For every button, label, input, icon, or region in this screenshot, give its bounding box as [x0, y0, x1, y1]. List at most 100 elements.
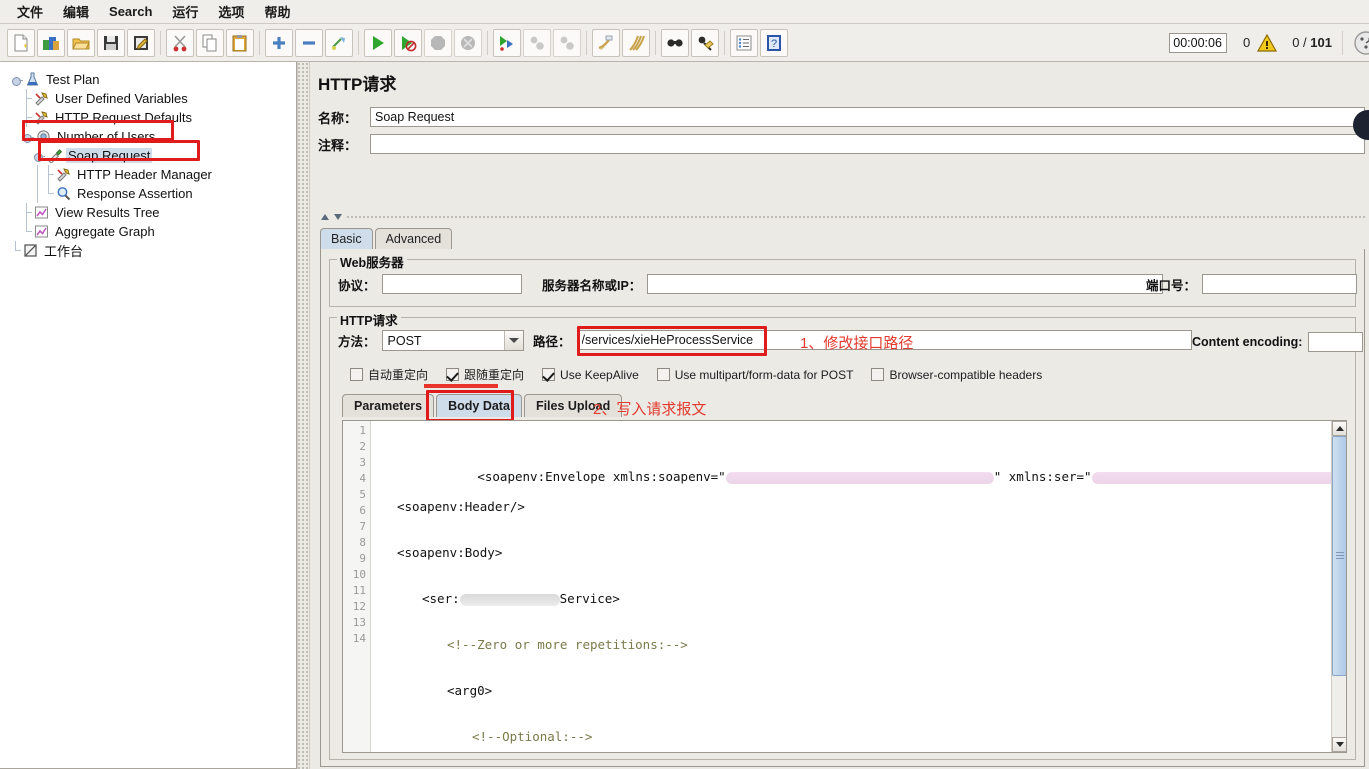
subtab-parameters[interactable]: Parameters: [342, 394, 435, 417]
scroll-up-button[interactable]: [1332, 421, 1346, 436]
checkbox-box[interactable]: [350, 368, 363, 381]
tree-node-http-header-manager[interactable]: HTTP Header Manager: [6, 165, 296, 184]
name-label: 名称：: [318, 110, 358, 126]
tree-node-response-assertion[interactable]: Response Assertion: [6, 184, 296, 203]
checkbox-box[interactable]: [446, 368, 460, 381]
content-encoding-input[interactable]: [1308, 332, 1364, 352]
tree-guide: [21, 203, 32, 222]
editor-vertical-scrollbar[interactable]: [1331, 421, 1346, 752]
tree-node-http-request-defaults[interactable]: HTTP Request Defaults: [6, 108, 296, 127]
menu-search[interactable]: Search: [100, 2, 161, 21]
checkbox-follow-redirect[interactable]: 跟随重定向: [446, 366, 524, 383]
templates-icon[interactable]: [37, 28, 65, 57]
method-select[interactable]: POST: [381, 330, 524, 351]
open-icon[interactable]: [67, 28, 95, 57]
tab-advanced[interactable]: Advanced: [374, 228, 453, 249]
scroll-down-button[interactable]: [1332, 737, 1346, 752]
port-input[interactable]: [1202, 274, 1358, 294]
tree-node-view-results-tree[interactable]: View Results Tree: [6, 203, 296, 222]
warning-icon[interactable]: [1256, 33, 1278, 53]
clear-all-icon[interactable]: [622, 28, 650, 57]
clock-gauge-icon[interactable]: [1353, 30, 1369, 56]
tree-label: Response Assertion: [77, 186, 193, 201]
line-number: 1: [359, 424, 366, 437]
new-icon[interactable]: [7, 28, 35, 57]
assertion-icon: [54, 185, 72, 202]
checkbox-browser-compatible-headers[interactable]: Browser-compatible headers: [871, 368, 1042, 382]
function-helper-icon[interactable]: [730, 28, 758, 57]
checkbox-use-keepalive[interactable]: Use KeepAlive: [542, 368, 639, 382]
checkbox-box[interactable]: [871, 368, 885, 381]
protocol-input[interactable]: [381, 274, 522, 294]
request-data-tabstrip: Parameters Body Data Files Upload: [342, 394, 624, 417]
copy-icon[interactable]: [196, 28, 224, 57]
tree-node-number-of-users[interactable]: Number of Users: [6, 127, 296, 146]
split-divider[interactable]: [297, 62, 310, 769]
stop-icon[interactable]: [424, 28, 452, 57]
scrollbar-thumb[interactable]: [1332, 436, 1346, 676]
comment-input[interactable]: [370, 134, 1365, 154]
shutdown-remote-icon[interactable]: [553, 28, 581, 57]
shutdown-icon[interactable]: [454, 28, 482, 57]
code-content[interactable]: <soapenv:Envelope xmlns:soapenv=" " xmlns…: [372, 421, 1332, 752]
tree-node-user-defined-variables[interactable]: User Defined Variables: [6, 89, 296, 108]
cut-icon[interactable]: [166, 28, 194, 57]
line-number: 4: [359, 472, 366, 485]
save-icon[interactable]: [97, 28, 125, 57]
tab-basic[interactable]: Basic: [320, 228, 373, 249]
chevron-down-icon[interactable]: [503, 331, 523, 350]
tree-guide: [21, 222, 32, 241]
menu-help[interactable]: 帮助: [255, 0, 299, 23]
code-text: <arg0>: [447, 683, 493, 698]
tree-node-aggregate-graph[interactable]: Aggregate Graph: [6, 222, 296, 241]
line-number-gutter: 1 2 3 4 5 6 7 8 9 10 11 12 13 14: [343, 421, 371, 752]
checkbox-box[interactable]: [656, 368, 670, 381]
tree-guide: [21, 146, 32, 165]
expand-icon[interactable]: [265, 28, 293, 57]
collapse-icon[interactable]: [295, 28, 323, 57]
checkbox-auto-redirect[interactable]: 自动重定向: [350, 366, 428, 383]
tree-node-soap-request[interactable]: Soap Request: [6, 146, 296, 165]
expand-handle-test-plan[interactable]: [10, 74, 23, 86]
test-plan-tree-pane[interactable]: Test Plan User Defined Variables HTTP Re…: [0, 62, 297, 769]
start-remote-icon[interactable]: [493, 28, 521, 57]
expand-handle-soap-request[interactable]: [32, 150, 45, 162]
tree-label: View Results Tree: [55, 205, 160, 220]
tree-node-workbench[interactable]: 工作台: [6, 241, 296, 260]
checkbox-use-multipart[interactable]: Use multipart/form-data for POST: [656, 368, 853, 382]
body-data-editor[interactable]: 1 2 3 4 5 6 7 8 9 10 11 12 13 14 <soapen…: [342, 420, 1347, 753]
server-input[interactable]: [647, 274, 1164, 294]
web-server-group-title: Web服务器: [337, 252, 407, 271]
comment-field-row: 注释：: [318, 134, 1365, 154]
line-number: 3: [359, 456, 366, 469]
code-text: " xmlns:ser=": [993, 469, 1092, 484]
toolbar-separator-6: [651, 29, 660, 57]
toggle-icon[interactable]: [325, 28, 353, 57]
menu-options[interactable]: 选项: [209, 0, 253, 23]
name-input[interactable]: [370, 107, 1365, 127]
expand-handle-number-of-users[interactable]: [21, 131, 34, 143]
subtab-body-data[interactable]: Body Data: [436, 394, 522, 417]
menu-file[interactable]: 文件: [8, 0, 52, 23]
search-reset-icon[interactable]: [691, 28, 719, 57]
menu-edit[interactable]: 编辑: [54, 0, 98, 23]
search-icon[interactable]: [661, 28, 689, 57]
checkbox-box[interactable]: [542, 368, 556, 381]
code-text: <soapenv:Header/>: [397, 499, 525, 514]
collapse-toggle[interactable]: [320, 212, 346, 221]
tree-node-test-plan[interactable]: Test Plan: [6, 70, 296, 89]
stop-remote-icon[interactable]: [523, 28, 551, 57]
tree-label: Number of Users: [57, 129, 156, 144]
tree-guide: [10, 89, 21, 108]
code-line: <ser: Service>: [372, 591, 1332, 607]
start-icon[interactable]: [364, 28, 392, 57]
save-as-icon[interactable]: [127, 28, 155, 57]
help-icon[interactable]: ?: [760, 28, 788, 57]
thread-active-count: 0: [1292, 35, 1300, 50]
clear-icon[interactable]: [592, 28, 620, 57]
annotation-step-1: 1、修改接口路径: [800, 335, 914, 352]
start-no-pauses-icon[interactable]: [394, 28, 422, 57]
menu-run[interactable]: 运行: [163, 0, 207, 23]
tree-label: HTTP Header Manager: [77, 167, 212, 182]
paste-icon[interactable]: [226, 28, 254, 57]
